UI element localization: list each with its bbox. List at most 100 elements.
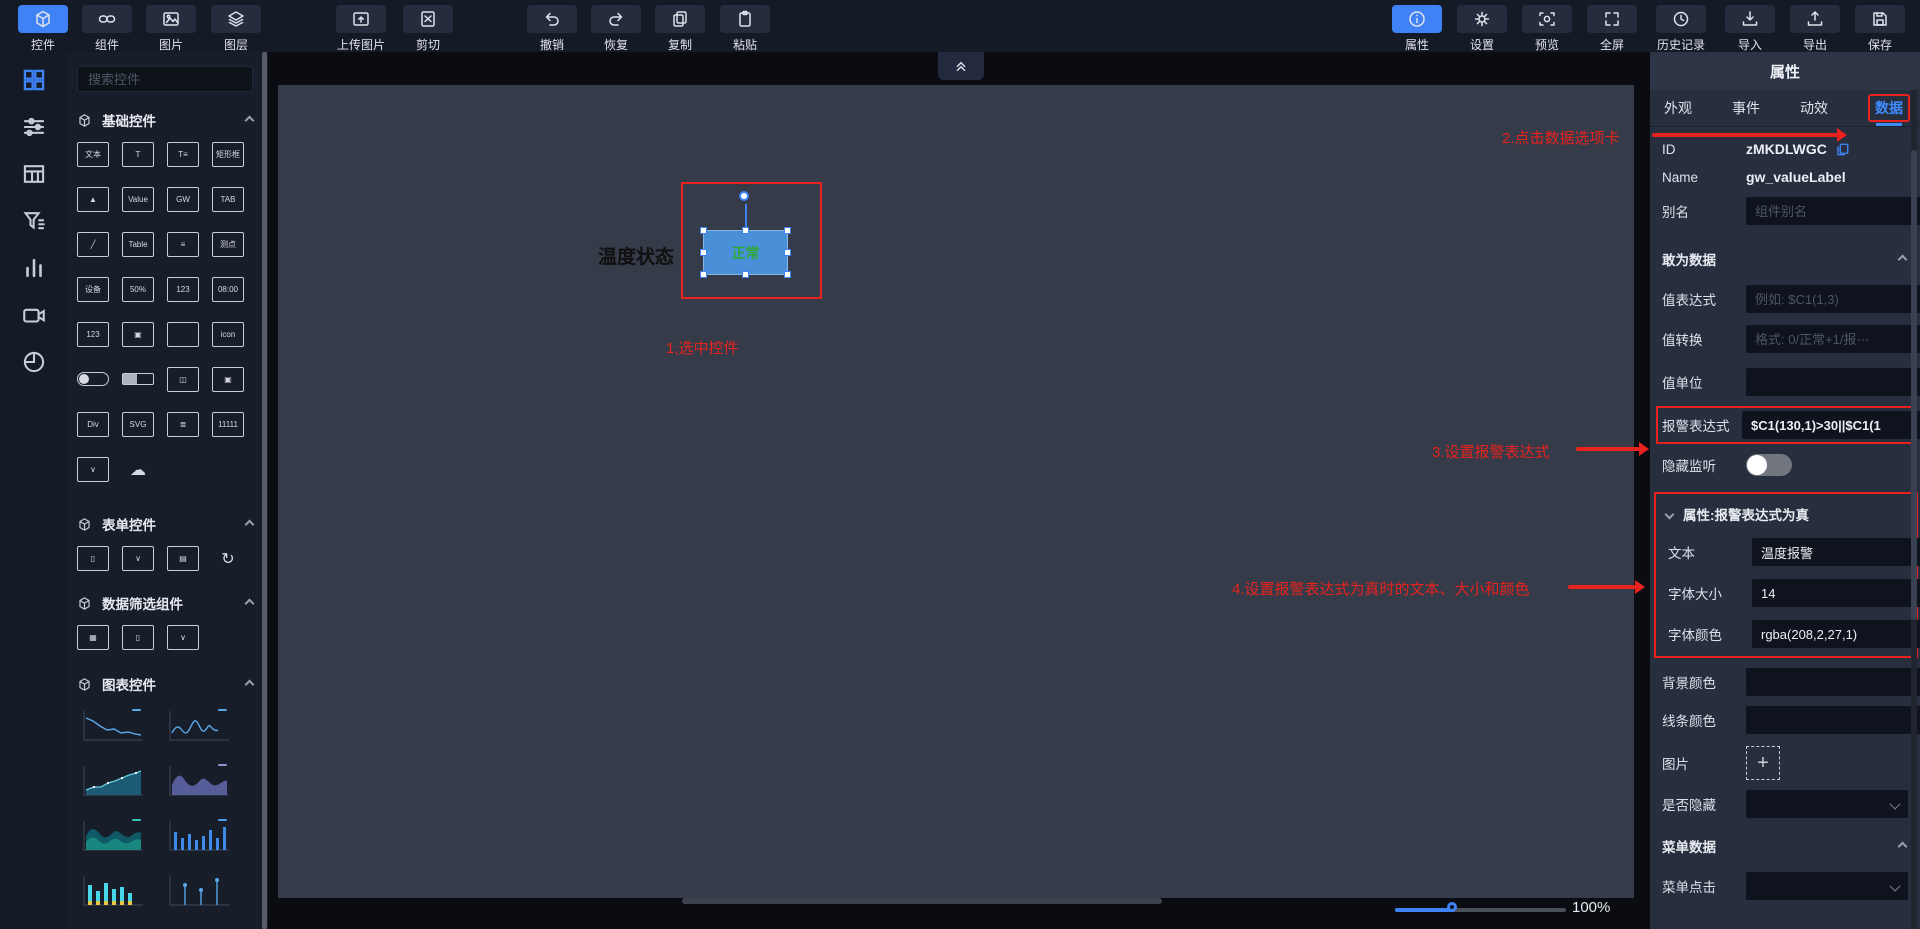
rotate-handle[interactable] [738,191,749,201]
toolbar-button-properties[interactable]: 属性 [1391,5,1443,53]
resize-handle-se[interactable] [784,271,791,278]
form-save[interactable]: ▤ [167,546,199,571]
resize-handle-ne[interactable] [784,227,791,234]
add-image-button[interactable]: + [1746,746,1780,780]
form-input[interactable]: ▯ [77,546,109,571]
resize-handle-w[interactable] [700,249,707,256]
toolbar-button-paste[interactable]: 粘贴 [719,5,771,53]
section-form-widgets[interactable]: 表单控件 [77,514,255,534]
alias-input[interactable] [1755,203,1920,219]
chart-widget-area-up[interactable] [77,761,149,803]
nav-widgets-grid-icon[interactable] [18,64,50,95]
alarm-true-section[interactable]: 属性:报警表达式为真 [1664,504,1904,524]
chart-widget-bars[interactable] [163,816,235,858]
value-expression-input[interactable] [1755,291,1920,307]
text-input[interactable] [1761,544,1920,560]
canvas-horizontal-scrollbar[interactable] [682,898,1162,904]
filter-date[interactable]: ▦ [77,625,109,650]
widget-toggle[interactable] [77,372,109,386]
hidden-select[interactable] [1746,790,1908,818]
widget-value[interactable]: Value [122,187,154,212]
widget-text-edit[interactable]: T [122,142,154,167]
toolbar-button-history[interactable]: 历史记录 [1651,5,1711,53]
value-unit-input[interactable] [1755,374,1920,390]
widget-icon[interactable]: icon [212,322,244,347]
filter-input[interactable]: ▯ [122,625,154,650]
zoom-slider-knob[interactable] [1447,902,1457,912]
filter-select[interactable]: ∨ [167,625,199,650]
chart-widget-line-down[interactable] [77,706,149,748]
tab-data[interactable]: 数据 [1875,100,1903,116]
toolbar-button-images[interactable]: 图片 [145,5,197,53]
search-input[interactable] [86,70,266,88]
tab-events[interactable]: 事件 [1732,98,1760,118]
widget-div[interactable]: Div [77,412,109,437]
nav-pie-chart-icon[interactable] [18,346,50,377]
widget-images[interactable]: ▣ [212,367,244,392]
widget-weather[interactable]: ☁ [122,457,154,482]
tab-animation[interactable]: 动效 [1800,98,1828,118]
widget-rect[interactable] [167,322,199,347]
font-color-input[interactable] [1761,626,1920,642]
bg-color-input[interactable] [1755,674,1920,690]
widget-image[interactable]: ▲ [77,187,109,212]
widget-table[interactable]: Table [122,232,154,257]
widget-device-table[interactable]: 设备 [77,277,109,302]
toolbar-button-redo[interactable]: 恢复 [590,5,642,53]
tab-appearance[interactable]: 外观 [1664,98,1692,118]
chart-widget-stacked-bars[interactable] [77,871,149,913]
chart-widget-lollipop[interactable] [163,871,235,913]
line-color-input[interactable] [1755,712,1920,728]
widget-rect-frame[interactable]: 矩形框 [212,142,244,167]
chart-widget-line-wave[interactable] [163,706,235,748]
widget-tab[interactable]: TAB [212,187,244,212]
widget-line[interactable]: ╱ [77,232,109,257]
section-basic-widgets[interactable]: 基础控件 [77,110,255,130]
chart-widget-area-wave[interactable] [163,761,235,803]
widget-text-frame[interactable]: 文本 [77,142,109,167]
widget-alarm-list[interactable]: ≡ [167,232,199,257]
widget-measure-table[interactable]: 测点 [212,232,244,257]
toolbar-button-export[interactable]: 导出 [1789,5,1841,53]
font-size-input[interactable] [1761,585,1920,601]
widget-number[interactable]: 123 [167,277,199,302]
widget-digits[interactable]: 11111 [212,412,244,437]
nav-video-icon[interactable] [18,299,50,330]
zoom-slider[interactable] [1395,902,1566,912]
section-gw-data[interactable]: 敢为数据 [1662,249,1908,269]
widget-percent[interactable]: 50% [122,277,154,302]
resize-handle-sw[interactable] [700,271,707,278]
properties-scrollbar-thumb[interactable] [1911,150,1917,620]
nav-sliders-icon[interactable] [18,111,50,142]
nav-bar-chart-icon[interactable] [18,252,50,283]
toolbar-button-preview[interactable]: 预览 [1521,5,1573,53]
widget-layout[interactable]: ◫ [167,367,199,392]
toolbar-collapse-tab[interactable] [938,52,984,80]
canvas-status-widget[interactable]: 正常 [700,191,791,278]
resize-handle-n[interactable] [742,227,749,234]
widget-clock[interactable]: 08:00 [212,277,244,302]
menu-click-select[interactable] [1746,872,1908,900]
hide-listen-toggle[interactable] [1746,454,1792,476]
toolbar-button-copy[interactable]: 复制 [654,5,706,53]
form-refresh[interactable]: ↻ [212,546,244,571]
widget-number-anim[interactable]: 123 [77,322,109,347]
widget-select[interactable]: ∨ [77,457,109,482]
section-chart-widgets[interactable]: 图表控件 [77,674,255,694]
widget-progress[interactable] [122,373,154,385]
toolbar-button-layers[interactable]: 图层 [210,5,262,53]
widget-carousel[interactable]: ▣ [122,322,154,347]
resize-handle-e[interactable] [784,249,791,256]
toolbar-button-cut[interactable]: 剪切 [402,5,454,53]
section-menu-data[interactable]: 菜单数据 [1662,836,1908,856]
widget-gw[interactable]: GW [167,187,199,212]
toolbar-button-import[interactable]: 导入 [1724,5,1776,53]
toolbar-button-save[interactable]: 保存 [1854,5,1906,53]
alarm-expression-input[interactable] [1751,417,1920,433]
toolbar-button-fullscreen[interactable]: 全屏 [1586,5,1638,53]
chart-widget-dual-area[interactable] [77,816,149,858]
widget-text-lines[interactable]: T≡ [167,142,199,167]
toolbar-button-widgets[interactable]: 控件 [17,5,69,53]
widget-panel-scrollbar[interactable] [262,52,267,929]
toolbar-button-upload-image[interactable]: 上传图片 [335,5,387,53]
